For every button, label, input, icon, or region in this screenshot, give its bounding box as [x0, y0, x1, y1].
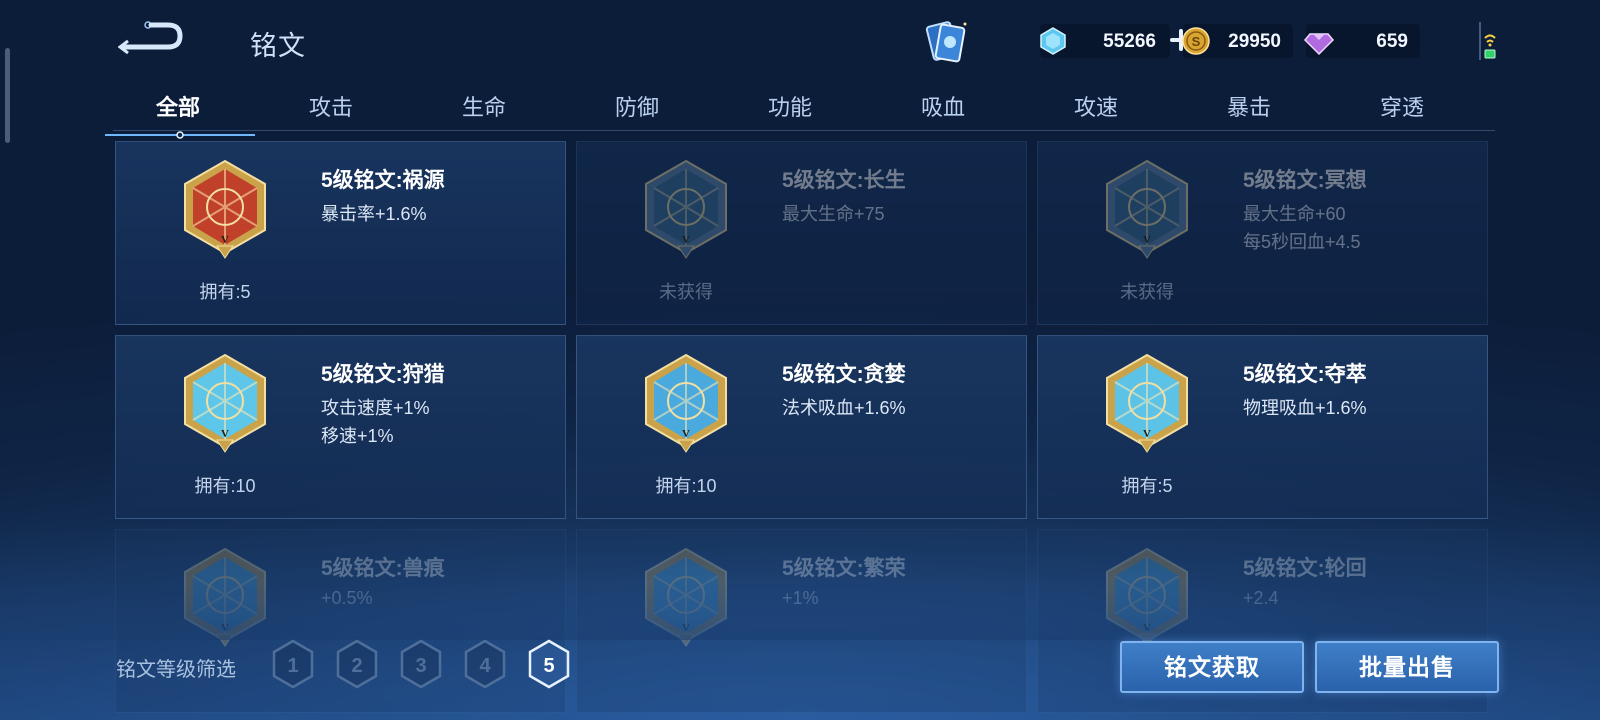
rune-stat: 最大生命+60: [1243, 204, 1346, 224]
back-button[interactable]: [117, 20, 188, 56]
tab-function[interactable]: 功能: [730, 90, 850, 122]
svg-text:3: 3: [415, 655, 426, 677]
level-filter-1[interactable]: 1: [270, 638, 316, 690]
rune-card[interactable]: V 5级铭文:狩猎 攻击速度+1% 移速+1% 拥有:10: [115, 335, 566, 519]
scroll-indicator[interactable]: [5, 48, 10, 143]
network-signal-icon: [1478, 20, 1502, 62]
rune-stat: 法术吸血+1.6%: [782, 398, 906, 418]
rune-name: 5级铭文:夺萃: [1243, 363, 1367, 386]
diamond-balance: 659: [1303, 24, 1420, 58]
svg-text:V: V: [682, 234, 690, 246]
rune-stat: 物理吸血+1.6%: [1243, 398, 1367, 418]
rune-stat: 移速+1%: [321, 426, 394, 446]
level-filter-5[interactable]: 5: [526, 638, 572, 690]
category-tabs: 全部 攻击 生命 防御 功能 吸血 攻速 暴击 穿透: [113, 90, 1495, 132]
rune-emblem-icon: V: [641, 158, 731, 260]
owned-count: 拥有:10: [655, 476, 717, 496]
tab-all[interactable]: 全部: [118, 90, 238, 122]
rune-stat: 每5秒回血+4.5: [1243, 232, 1361, 252]
svg-text:V: V: [221, 428, 229, 440]
level-filter-2[interactable]: 2: [334, 638, 380, 690]
crystal-balance: 55266: [1040, 24, 1170, 58]
rune-name: 5级铭文:长生: [782, 169, 906, 192]
svg-text:V: V: [1143, 234, 1151, 246]
level-filter-label: 铭文等级筛选: [116, 659, 236, 681]
diamond-amount: 659: [1376, 31, 1408, 52]
svg-text:1: 1: [287, 655, 298, 677]
owned-count: 拥有:10: [194, 476, 256, 496]
owned-count: 未获得: [1120, 282, 1174, 302]
rune-card[interactable]: V 5级铭文:贪婪 法术吸血+1.6% 拥有:10: [576, 335, 1027, 519]
owned-count: 未获得: [659, 282, 713, 302]
level-filter-3[interactable]: 3: [398, 638, 444, 690]
rune-stat: 最大生命+75: [782, 204, 885, 224]
rune-emblem-icon: V: [641, 352, 731, 454]
rune-acquire-button[interactable]: 铭文获取: [1120, 641, 1304, 693]
gold-coin-icon: S: [1181, 26, 1211, 56]
tab-attack-speed[interactable]: 攻速: [1036, 90, 1156, 122]
tabs-divider: [113, 130, 1495, 131]
svg-text:V: V: [682, 428, 690, 440]
rune-name: 5级铭文:繁荣: [782, 557, 906, 580]
rune-stat: 暴击率+1.6%: [321, 204, 427, 224]
rune-name: 5级铭文:贪婪: [782, 363, 906, 386]
rune-stat: 攻击速度+1%: [321, 398, 430, 418]
tab-penetration[interactable]: 穿透: [1342, 90, 1462, 122]
rune-card[interactable]: V 5级铭文:冥想 最大生命+60 每5秒回血+4.5 未获得: [1037, 141, 1488, 325]
rune-name: 5级铭文:冥想: [1243, 169, 1367, 192]
rune-name: 5级铭文:狩猎: [321, 363, 445, 386]
svg-text:4: 4: [479, 655, 491, 677]
rune-emblem-icon: V: [1102, 158, 1192, 260]
tab-critical[interactable]: 暴击: [1189, 90, 1309, 122]
svg-text:2: 2: [351, 655, 362, 677]
bulk-sell-button[interactable]: 批量出售: [1315, 641, 1499, 693]
level-filter-4[interactable]: 4: [462, 638, 508, 690]
tab-defense[interactable]: 防御: [577, 90, 697, 122]
back-arrow-icon: [117, 21, 183, 55]
owned-count: 拥有:5: [1121, 476, 1173, 496]
rune-name: 5级铭文:轮回: [1243, 557, 1367, 580]
owned-count: 拥有:5: [199, 282, 251, 302]
rune-card[interactable]: V 5级铭文:夺萃 物理吸血+1.6% 拥有:5: [1037, 335, 1488, 519]
page-title: 铭文: [250, 31, 306, 61]
gold-balance: S 29950: [1181, 24, 1293, 58]
svg-text:V: V: [1143, 428, 1151, 440]
svg-text:V: V: [221, 234, 229, 246]
rune-card[interactable]: V 5级铭文:长生 最大生命+75 未获得: [576, 141, 1027, 325]
svg-text:5: 5: [543, 655, 554, 677]
crystal-icon: [1038, 26, 1068, 56]
tab-lifesteal[interactable]: 吸血: [883, 90, 1003, 122]
rune-emblem-icon: V: [180, 352, 270, 454]
rune-card[interactable]: V 5级铭文:祸源 暴击率+1.6% 拥有:5: [115, 141, 566, 325]
rune-emblem-icon: V: [1102, 352, 1192, 454]
active-tab-indicator: [105, 126, 255, 139]
crystal-amount: 55266: [1103, 31, 1156, 52]
rune-name: 5级铭文:兽痕: [321, 557, 445, 580]
gold-amount: 29950: [1228, 31, 1281, 52]
rune-name: 5级铭文:祸源: [321, 169, 445, 192]
tab-health[interactable]: 生命: [424, 90, 544, 122]
rune-deck-icon[interactable]: [920, 18, 972, 66]
svg-text:S: S: [1192, 34, 1201, 49]
diamond-icon: [1303, 26, 1335, 56]
grid-fade-overlay: [0, 580, 1600, 640]
tab-attack[interactable]: 攻击: [271, 90, 391, 122]
rune-emblem-icon: V: [180, 158, 270, 260]
